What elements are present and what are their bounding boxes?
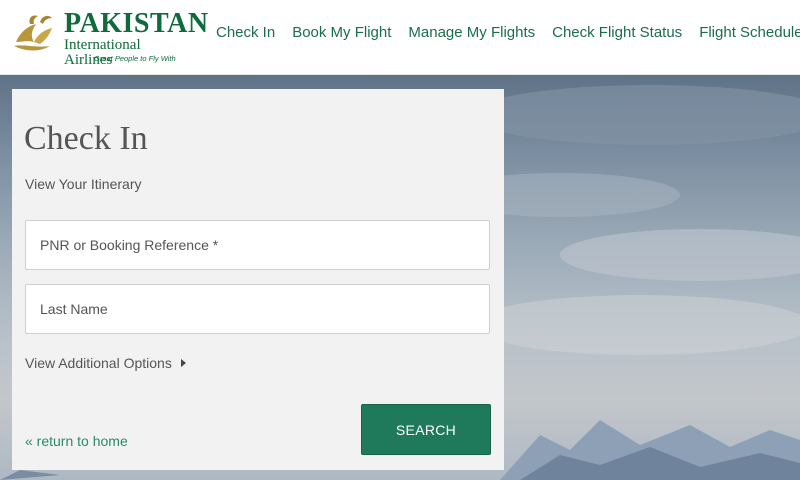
page-title: Check In: [24, 120, 148, 157]
nav-check-flight-status[interactable]: Check Flight Status: [552, 23, 682, 43]
nav-check-in[interactable]: Check In: [216, 23, 275, 43]
last-name-input[interactable]: [25, 284, 490, 334]
additional-options-label: View Additional Options: [25, 355, 172, 371]
site-header: PAKISTAN International Airlines Great Pe…: [0, 0, 800, 75]
logo-subtitle: International Airlines: [64, 37, 141, 68]
nav-manage-my-flights[interactable]: Manage My Flights: [408, 23, 535, 43]
main-nav: Check In Book My Flight Manage My Flight…: [216, 23, 800, 43]
nav-book-my-flight[interactable]: Book My Flight: [292, 23, 391, 43]
itinerary-subtitle: View Your Itinerary: [25, 176, 142, 192]
pia-logo[interactable]: PAKISTAN International Airlines Great Pe…: [10, 8, 208, 68]
caret-right-icon: [180, 359, 186, 367]
return-to-home-link[interactable]: « return to home: [25, 432, 128, 450]
pnr-input[interactable]: [25, 220, 490, 270]
logo-name: PAKISTAN: [64, 8, 209, 39]
logo-tagline: Great People to Fly With: [94, 54, 176, 63]
view-additional-options[interactable]: View Additional Options: [25, 354, 186, 372]
nav-flight-schedules[interactable]: Flight Schedules: [699, 23, 800, 43]
markhor-emblem-icon: [14, 15, 52, 51]
search-button[interactable]: SEARCH: [361, 404, 491, 455]
check-in-panel: Check In View Your Itinerary View Additi…: [12, 89, 504, 470]
